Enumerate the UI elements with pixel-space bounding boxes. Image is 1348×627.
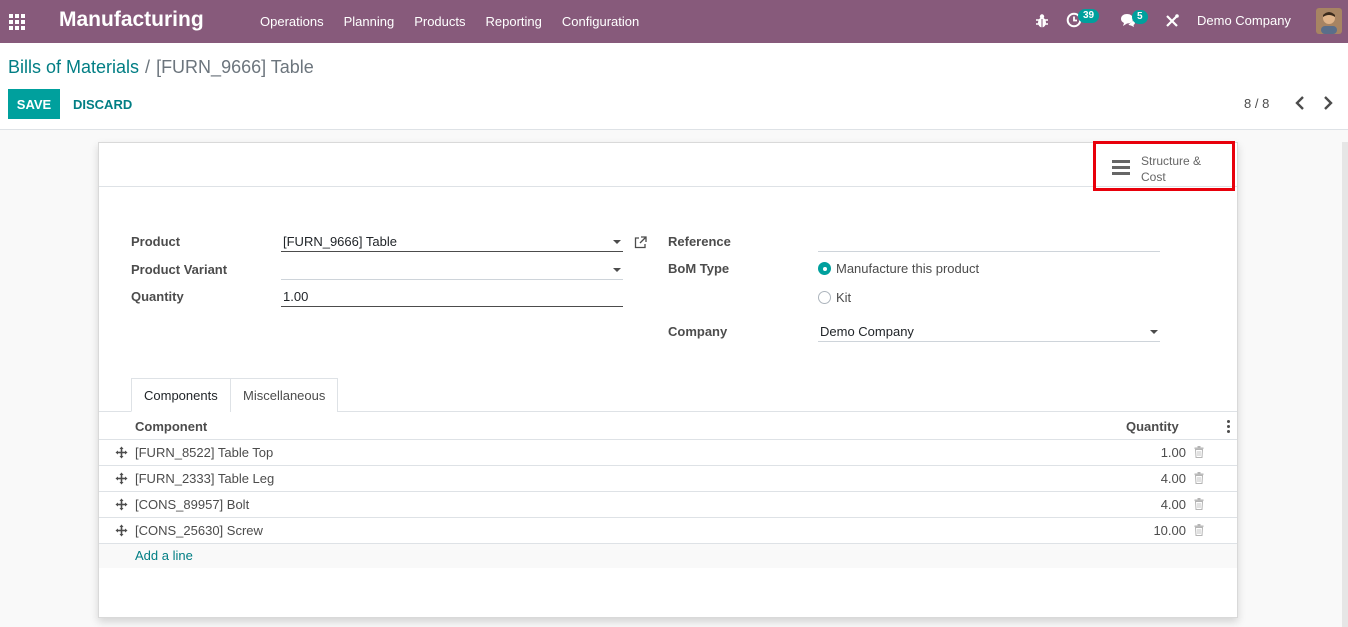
dropdown-caret-icon bbox=[613, 268, 621, 272]
add-a-line-link[interactable]: Add a line bbox=[135, 548, 193, 563]
top-navbar: Manufacturing Operations Planning Produc… bbox=[0, 0, 1348, 43]
bom-type-kit-label[interactable]: Kit bbox=[836, 290, 851, 305]
component-name: [FURN_8522] Table Top bbox=[135, 445, 274, 460]
apps-grid-icon[interactable] bbox=[9, 14, 25, 30]
bom-type-kit-radio[interactable] bbox=[818, 291, 831, 304]
company-label: Company bbox=[668, 324, 728, 339]
bom-type-manufacture-label[interactable]: Manufacture this product bbox=[836, 261, 979, 276]
quantity-label: Quantity bbox=[131, 289, 184, 304]
breadcrumb-separator: / bbox=[145, 57, 151, 77]
product-variant-label: Product Variant bbox=[131, 262, 228, 277]
product-field[interactable]: [FURN_9666] Table bbox=[281, 232, 623, 252]
breadcrumb-current: [FURN_9666] Table bbox=[156, 57, 314, 77]
trash-icon[interactable] bbox=[1194, 472, 1204, 484]
product-variant-field[interactable] bbox=[281, 260, 623, 280]
component-quantity: 4.00 bbox=[1160, 497, 1186, 512]
company-field[interactable]: Demo Company bbox=[818, 322, 1160, 342]
drag-handle-icon[interactable] bbox=[115, 472, 128, 485]
message-count-badge: 5 bbox=[1132, 10, 1148, 24]
menu-item-planning[interactable]: Planning bbox=[344, 14, 395, 29]
component-name: [CONS_89957] Bolt bbox=[135, 497, 250, 512]
external-link-icon[interactable] bbox=[634, 236, 647, 249]
form-sheet: Structure & Cost Product [FURN_9666] Tab… bbox=[98, 141, 1238, 618]
company-value: Demo Company bbox=[820, 324, 914, 339]
component-quantity: 1.00 bbox=[1160, 445, 1186, 460]
component-quantity: 10.00 bbox=[1153, 523, 1186, 538]
product-label: Product bbox=[131, 234, 181, 249]
chevron-left-icon[interactable] bbox=[1292, 94, 1308, 112]
component-name: [FURN_2333] Table Leg bbox=[135, 471, 275, 486]
table-row[interactable]: [FURN_2333] Table Leg 4.00 bbox=[99, 466, 1237, 492]
table-row[interactable]: [CONS_25630] Screw 10.00 bbox=[99, 518, 1237, 544]
tools-icon[interactable] bbox=[1165, 14, 1179, 28]
highlight-box bbox=[1093, 141, 1235, 191]
quantity-field[interactable]: 1.00 bbox=[281, 287, 623, 307]
pager-value[interactable]: 8 / 8 bbox=[1244, 96, 1269, 111]
add-line-row: Add a line bbox=[99, 544, 1237, 568]
trash-icon[interactable] bbox=[1194, 524, 1204, 536]
app-brand[interactable]: Manufacturing bbox=[59, 8, 204, 32]
menu-item-reporting[interactable]: Reporting bbox=[486, 14, 542, 29]
reference-label: Reference bbox=[668, 234, 731, 249]
tab-miscellaneous[interactable]: Miscellaneous bbox=[230, 378, 339, 412]
menu-item-operations[interactable]: Operations bbox=[260, 14, 324, 29]
user-avatar[interactable] bbox=[1316, 8, 1342, 34]
company-switcher[interactable]: Demo Company bbox=[1197, 13, 1291, 28]
dropdown-caret-icon bbox=[613, 240, 621, 244]
reference-field[interactable] bbox=[818, 232, 1160, 252]
trash-icon[interactable] bbox=[1194, 498, 1204, 510]
components-table-header: Component Quantity bbox=[99, 412, 1237, 440]
chevron-right-icon[interactable] bbox=[1320, 94, 1336, 112]
trash-icon[interactable] bbox=[1194, 446, 1204, 458]
table-row[interactable]: [CONS_89957] Bolt 4.00 bbox=[99, 492, 1237, 518]
column-header-component[interactable]: Component bbox=[135, 419, 207, 434]
column-options-icon[interactable] bbox=[1227, 420, 1231, 433]
breadcrumb-bills-of-materials[interactable]: Bills of Materials bbox=[8, 57, 139, 77]
menu-item-configuration[interactable]: Configuration bbox=[562, 14, 639, 29]
smart-button-box: Structure & Cost bbox=[99, 141, 1237, 191]
control-panel: Bills of Materials / [FURN_9666] Table SAV… bbox=[0, 43, 1348, 130]
main-menu: Operations Planning Products Reporting C… bbox=[260, 0, 659, 43]
bom-type-label: BoM Type bbox=[668, 261, 730, 276]
drag-handle-icon[interactable] bbox=[115, 524, 128, 537]
bom-type-manufacture-radio[interactable] bbox=[818, 262, 831, 275]
table-row[interactable]: [FURN_8522] Table Top 1.00 bbox=[99, 440, 1237, 466]
component-quantity: 4.00 bbox=[1160, 471, 1186, 486]
component-name: [CONS_25630] Screw bbox=[135, 523, 263, 538]
activity-count-badge: 39 bbox=[1078, 9, 1100, 23]
notebook-tabs: Components Miscellaneous bbox=[99, 378, 1237, 412]
menu-item-products[interactable]: Products bbox=[414, 14, 465, 29]
quantity-value: 1.00 bbox=[283, 289, 309, 304]
dropdown-caret-icon bbox=[1150, 330, 1158, 334]
drag-handle-icon[interactable] bbox=[115, 446, 128, 459]
page-scrollbar[interactable] bbox=[1342, 142, 1348, 627]
save-button[interactable]: SAVE bbox=[8, 89, 60, 119]
drag-handle-icon[interactable] bbox=[115, 498, 128, 511]
discard-button[interactable]: DISCARD bbox=[66, 89, 139, 119]
breadcrumb: Bills of Materials / [FURN_9666] Table bbox=[8, 57, 314, 78]
column-header-quantity[interactable]: Quantity bbox=[1126, 419, 1179, 434]
tab-components[interactable]: Components bbox=[131, 378, 231, 412]
bug-icon[interactable] bbox=[1035, 13, 1049, 29]
product-value: [FURN_9666] Table bbox=[283, 234, 397, 249]
